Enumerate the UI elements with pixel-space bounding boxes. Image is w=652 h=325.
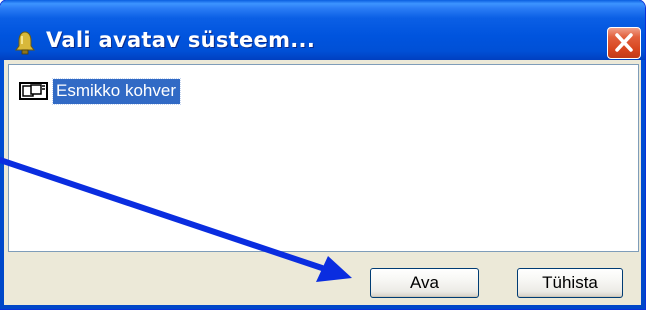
title-bar[interactable]: Vali avatav süsteem... [0,0,645,60]
list-item-label: Esmikko kohver [52,77,181,105]
list-item[interactable]: Esmikko kohver [19,77,181,105]
dialog-body: Esmikko kohver Ava Tühista [4,60,641,305]
open-button[interactable]: Ava [370,268,479,298]
cancel-button-label: Tühista [542,273,598,292]
cancel-button[interactable]: Tühista [517,268,623,298]
open-button-label: Ava [410,273,439,292]
close-button[interactable] [607,27,641,59]
bell-icon [15,31,35,55]
system-icon [19,82,48,100]
system-list[interactable]: Esmikko kohver [8,64,639,252]
dialog-window: Vali avatav süsteem... Esmikko kohver Av… [0,0,645,309]
window-title: Vali avatav süsteem... [46,28,316,52]
screenshot-stage: Vali avatav süsteem... Esmikko kohver Av… [0,0,652,325]
close-icon [615,33,633,52]
